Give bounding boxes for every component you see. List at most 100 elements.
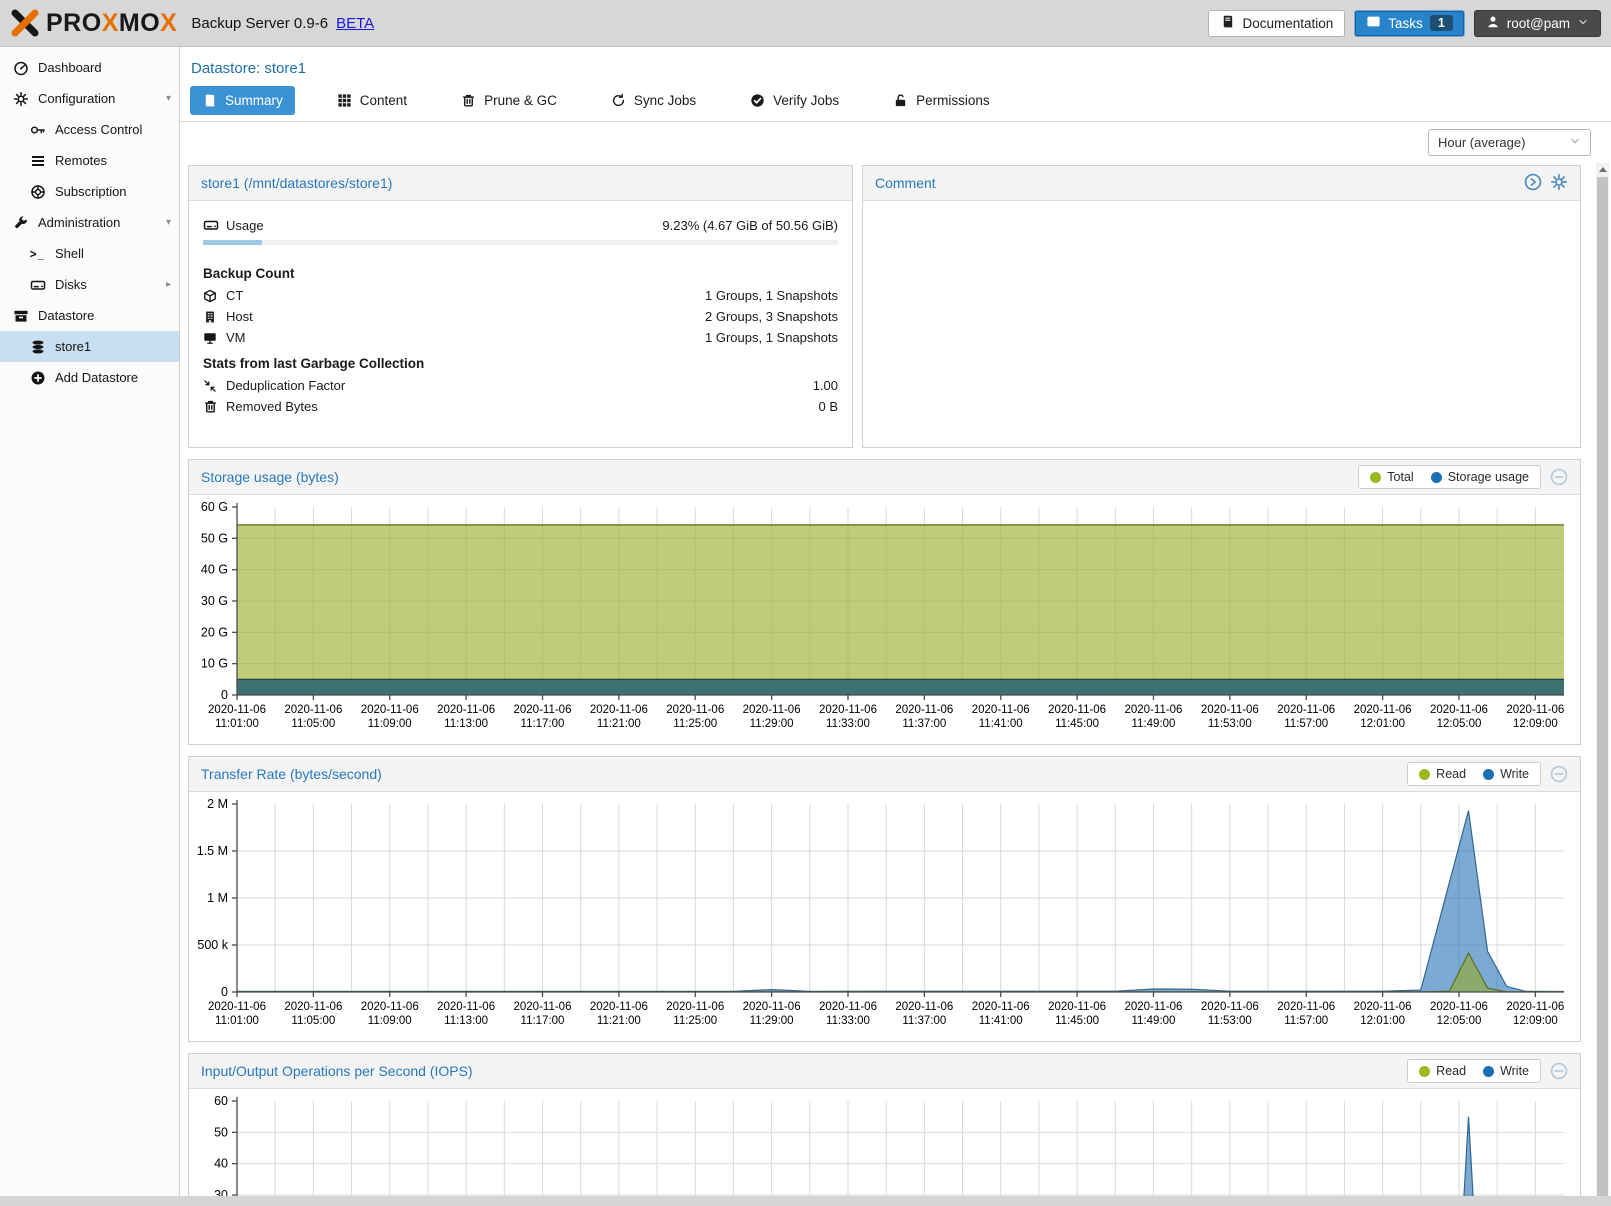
sidebar-item-access-control[interactable]: Access Control [0, 114, 179, 145]
svg-text:11:37:00: 11:37:00 [902, 1015, 946, 1027]
scrollbar-thumb[interactable] [1597, 177, 1608, 1206]
summary-row-ct: CT 1 Groups, 1 Snapshots [203, 285, 838, 306]
summary-panel-title: store1 (/mnt/datastores/store1) [201, 175, 392, 191]
comment-content[interactable] [863, 201, 1580, 447]
sidebar-item-add-datastore[interactable]: Add Datastore [0, 362, 179, 393]
sidebar-item-store1[interactable]: store1 [0, 331, 179, 362]
sidebar-item-dashboard[interactable]: Dashboard [0, 52, 179, 83]
svg-text:2020-11-06: 2020-11-06 [514, 704, 572, 716]
caret-right-icon[interactable]: ▸ [166, 279, 171, 290]
sidebar-item-subscription[interactable]: Subscription [0, 176, 179, 207]
window-bottom-edge [0, 1196, 1611, 1206]
sidebar-item-configuration[interactable]: Configuration ▾ [0, 83, 179, 114]
svg-text:11:45:00: 11:45:00 [1055, 1015, 1099, 1027]
chevron-down-icon [1577, 16, 1589, 31]
documentation-button[interactable]: Documentation [1208, 10, 1345, 37]
list-icon [29, 153, 46, 169]
chart-title: Input/Output Operations per Second (IOPS… [201, 1063, 473, 1079]
svg-text:2020-11-06: 2020-11-06 [1354, 1001, 1412, 1013]
legend-dot-icon [1370, 472, 1381, 483]
legend-item-write[interactable]: Write [1483, 767, 1529, 781]
gear-icon[interactable] [1550, 173, 1568, 194]
scroll-up-icon[interactable] [1596, 163, 1609, 176]
tab-prune-gc[interactable]: Prune & GC [449, 86, 569, 115]
row-value: 1 Groups, 1 Snapshots [705, 330, 838, 345]
book-icon [202, 93, 217, 108]
svg-text:2020-11-06: 2020-11-06 [972, 1001, 1030, 1013]
svg-text:11:21:00: 11:21:00 [597, 718, 641, 730]
sidebar-item-shell[interactable]: >_ Shell [0, 238, 179, 269]
row-label: Deduplication Factor [226, 378, 345, 393]
tab-permissions[interactable]: Permissions [881, 86, 1002, 115]
sidebar-item-administration[interactable]: Administration▾ [0, 207, 179, 238]
svg-text:2020-11-06: 2020-11-06 [895, 704, 953, 716]
timeframe-select[interactable]: Hour (average) [1428, 129, 1591, 156]
svg-text:12:09:00: 12:09:00 [1513, 1015, 1558, 1027]
svg-text:500 k: 500 k [197, 938, 228, 952]
svg-text:11:29:00: 11:29:00 [750, 718, 794, 730]
summary-row-vm: VM 1 Groups, 1 Snapshots [203, 327, 838, 348]
svg-text:11:17:00: 11:17:00 [521, 1015, 565, 1027]
tab-label: Content [360, 93, 407, 108]
usage-label: Usage [226, 218, 264, 233]
svg-text:2020-11-06: 2020-11-06 [1430, 704, 1488, 716]
svg-text:40: 40 [214, 1157, 228, 1171]
minus-circle-icon[interactable] [1550, 765, 1568, 783]
svg-text:12:09:00: 12:09:00 [1513, 718, 1558, 730]
tab-summary[interactable]: Summary [190, 86, 295, 115]
minus-circle-icon[interactable] [1550, 468, 1568, 486]
caret-down-icon[interactable]: ▾ [166, 217, 171, 228]
svg-text:2020-11-06: 2020-11-06 [819, 1001, 877, 1013]
legend-label: Total [1387, 470, 1413, 484]
product-title: Backup Server 0.9-6 [191, 15, 328, 32]
legend-item-read[interactable]: Read [1419, 767, 1466, 781]
svg-text:11:29:00: 11:29:00 [750, 1015, 794, 1027]
sidebar-item-label: Disks [55, 277, 87, 292]
svg-text:11:33:00: 11:33:00 [826, 718, 870, 730]
legend-item-write[interactable]: Write [1483, 1064, 1529, 1078]
tab-label: Permissions [916, 93, 990, 108]
documentation-label: Documentation [1242, 16, 1333, 31]
svg-text:0: 0 [221, 688, 228, 702]
sidebar-item-label: Dashboard [38, 60, 102, 75]
sidebar-item-datastore[interactable]: Datastore [0, 300, 179, 331]
svg-text:2020-11-06: 2020-11-06 [514, 1001, 572, 1013]
sidebar: Dashboard Configuration▾ Access Control … [0, 47, 180, 1206]
sidebar-item-remotes[interactable]: Remotes [0, 145, 179, 176]
svg-text:2020-11-06: 2020-11-06 [972, 704, 1030, 716]
svg-text:2020-11-06: 2020-11-06 [1048, 704, 1106, 716]
legend-label: Read [1436, 767, 1466, 781]
tasks-button[interactable]: Tasks 1 [1354, 10, 1464, 37]
legend-item-read[interactable]: Read [1419, 1064, 1466, 1078]
svg-text:11:01:00: 11:01:00 [215, 718, 259, 730]
beta-link[interactable]: BETA [336, 15, 374, 32]
tab-verify-jobs[interactable]: Verify Jobs [738, 86, 851, 115]
user-menu-button[interactable]: root@pam [1474, 10, 1601, 37]
tab-content[interactable]: Content [325, 86, 419, 115]
grid-icon [337, 93, 352, 108]
tab-sync-jobs[interactable]: Sync Jobs [599, 86, 708, 115]
cube-icon [203, 289, 226, 303]
wrench-icon [12, 215, 29, 231]
legend-item-storage-usage[interactable]: Storage usage [1431, 470, 1529, 484]
sidebar-item-label: store1 [55, 339, 91, 354]
summary-row-host: Host 2 Groups, 3 Snapshots [203, 306, 838, 327]
minus-circle-icon[interactable] [1550, 1062, 1568, 1080]
apply-circle-icon[interactable] [1524, 173, 1542, 194]
svg-text:2020-11-06: 2020-11-06 [361, 704, 419, 716]
svg-text:11:17:00: 11:17:00 [521, 718, 565, 730]
sidebar-item-label: Configuration [38, 91, 115, 106]
svg-text:11:25:00: 11:25:00 [673, 718, 717, 730]
usage-row: Usage 9.23% (4.67 GiB of 50.56 GiB) [203, 214, 838, 236]
legend-dot-icon [1483, 769, 1494, 780]
caret-down-icon[interactable]: ▾ [166, 93, 171, 104]
gc-heading: Stats from last Garbage Collection [203, 348, 838, 375]
row-value: 1 Groups, 1 Snapshots [705, 288, 838, 303]
svg-text:11:41:00: 11:41:00 [979, 718, 1023, 730]
legend-item-total[interactable]: Total [1370, 470, 1413, 484]
timeframe-value: Hour (average) [1438, 135, 1525, 150]
vertical-scrollbar[interactable] [1596, 163, 1609, 1206]
svg-text:2020-11-06: 2020-11-06 [1201, 1001, 1259, 1013]
sidebar-item-disks[interactable]: Disks ▸ [0, 269, 179, 300]
svg-text:11:25:00: 11:25:00 [673, 1015, 717, 1027]
